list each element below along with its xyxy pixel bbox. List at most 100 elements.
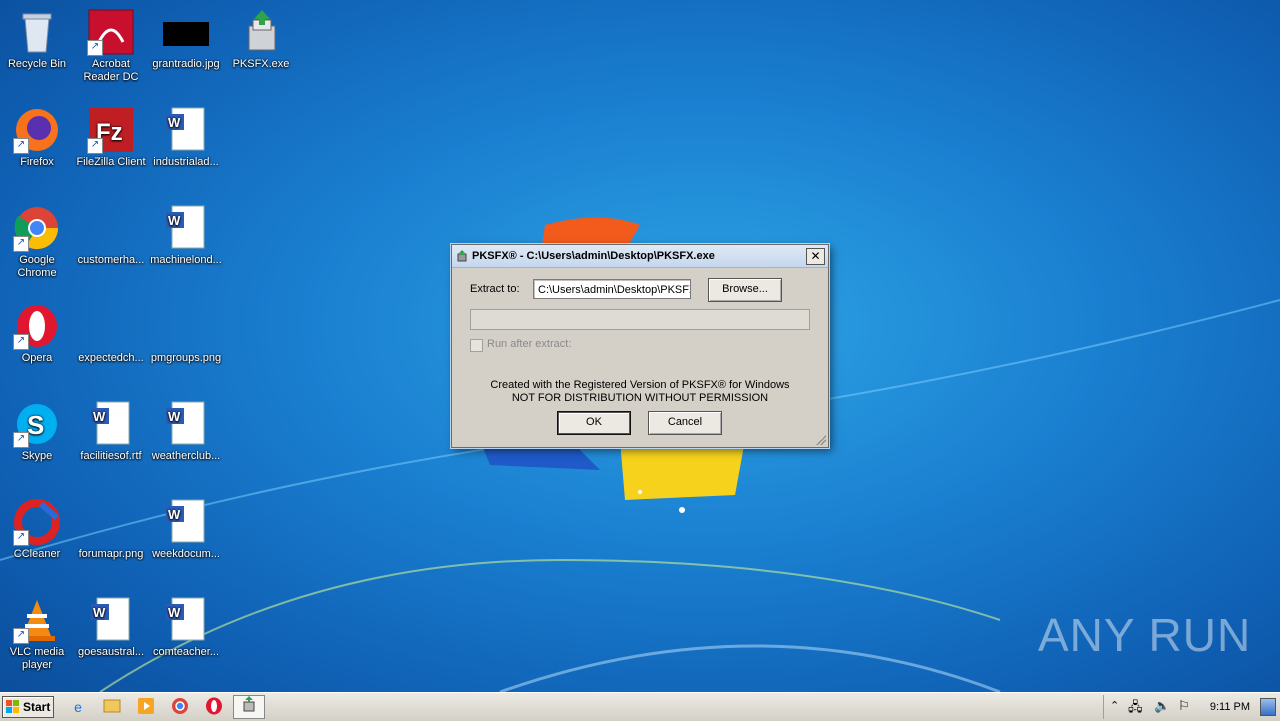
- desktop-icon-label: grantradio.jpg: [152, 58, 220, 70]
- extract-progress-bar: [470, 309, 810, 330]
- ie-icon[interactable]: e: [68, 697, 88, 717]
- show-hidden-icons-icon[interactable]: ⌃: [1110, 699, 1119, 712]
- desktop-icon-label: customerha...: [77, 254, 145, 266]
- desktop-icon-filezilla[interactable]: Fz ↗ FileZilla Client: [74, 102, 148, 192]
- desktop-icon-label: expectedch...: [78, 352, 144, 364]
- extract-path-field[interactable]: C:\Users\admin\Desktop\PKSFX: [533, 279, 691, 299]
- image-file-icon: [162, 8, 210, 56]
- clock[interactable]: 9:11 PM: [1210, 701, 1250, 713]
- desktop-icon-label: PKSFX.exe: [232, 58, 290, 70]
- desktop-icon-label: FileZilla Client: [76, 156, 146, 168]
- recycle-bin-icon: [13, 8, 61, 56]
- run-after-label: Run after extract:: [487, 338, 572, 350]
- desktop-icon-pmgroups[interactable]: pmgroups.png: [149, 298, 223, 388]
- word-doc-icon: W: [87, 596, 135, 644]
- shortcut-arrow-icon: ↗: [87, 138, 103, 154]
- desktop-icon-weekdocum[interactable]: W weekdocum...: [149, 494, 223, 584]
- volume-icon[interactable]: 🔈: [1154, 698, 1170, 714]
- blank-file-icon: [162, 302, 210, 350]
- notice-text: Created with the Registered Version of P…: [452, 379, 828, 405]
- desktop-icon-label: forumapr.png: [78, 548, 144, 560]
- desktop-icon-label: pmgroups.png: [150, 352, 222, 364]
- desktop-icon-skype[interactable]: S ↗ Skype: [0, 396, 74, 486]
- browse-button[interactable]: Browse...: [708, 278, 782, 302]
- app-icon: [456, 250, 468, 262]
- folder-icon[interactable]: [102, 697, 122, 717]
- ok-button[interactable]: OK: [557, 411, 631, 435]
- desktop-icon-label: Firefox: [20, 156, 54, 168]
- windows-logo-icon: [6, 700, 20, 714]
- cancel-button[interactable]: Cancel: [648, 411, 722, 435]
- blank-file-icon: [87, 204, 135, 252]
- installer-icon: [237, 8, 285, 56]
- acrobat-icon: ↗: [87, 8, 135, 56]
- desktop-icon-customerha[interactable]: customerha...: [74, 200, 148, 290]
- desktop-icon-goesaustral[interactable]: W goesaustral...: [74, 592, 148, 682]
- chrome-icon: ↗: [13, 204, 61, 252]
- blank-file-icon: [87, 498, 135, 546]
- system-tray: ⌃ 🖧 🔈 ⚐ 9:11 PM: [1103, 695, 1280, 719]
- chrome-taskbar-icon[interactable]: [170, 697, 190, 717]
- extract-to-label: Extract to:: [470, 283, 520, 295]
- desktop-icon-comteacher[interactable]: W comteacher...: [149, 592, 223, 682]
- word-doc-icon: W: [162, 498, 210, 546]
- notice-line-1: Created with the Registered Version of P…: [490, 379, 790, 391]
- desktop-icon-recycle-bin[interactable]: Recycle Bin: [0, 4, 74, 94]
- start-button[interactable]: Start: [2, 696, 54, 718]
- desktop-icon-grantradio[interactable]: grantradio.jpg: [149, 4, 223, 94]
- desktop-icon-forumapr[interactable]: forumapr.png: [74, 494, 148, 584]
- media-player-icon[interactable]: [136, 697, 156, 717]
- dialog-title: PKSFX® - C:\Users\admin\Desktop\PKSFX.ex…: [472, 250, 715, 262]
- word-doc-icon: W: [87, 400, 135, 448]
- network-icon[interactable]: 🖧: [1128, 698, 1143, 720]
- desktop-icon-label: weatherclub...: [151, 450, 221, 462]
- desktop-icon-facilitiesof[interactable]: W facilitiesof.rtf: [74, 396, 148, 486]
- desktop-icon-ccleaner[interactable]: ↗ CCleaner: [0, 494, 74, 584]
- pksfx-taskbar-button[interactable]: [233, 695, 265, 719]
- desktop-icon-pksfx[interactable]: PKSFX.exe: [224, 4, 298, 94]
- desktop-icon-label: VLC media player: [9, 646, 65, 671]
- desktop-icon-machinelond[interactable]: W machinelond...: [149, 200, 223, 290]
- svg-text:W: W: [93, 605, 106, 620]
- desktop-icon-chrome[interactable]: ↗ Google Chrome: [0, 200, 74, 290]
- shortcut-arrow-icon: ↗: [13, 432, 29, 448]
- svg-text:W: W: [168, 213, 181, 228]
- desktop-icon-weatherclub[interactable]: W weatherclub...: [149, 396, 223, 486]
- svg-text:W: W: [168, 409, 181, 424]
- word-doc-icon: W: [162, 204, 210, 252]
- vlc-icon: ↗: [13, 596, 61, 644]
- word-doc-icon: W: [162, 596, 210, 644]
- desktop-icon-opera[interactable]: ↗ Opera: [0, 298, 74, 388]
- desktop-icon-firefox[interactable]: ↗ Firefox: [0, 102, 74, 192]
- anyrun-watermark: ANY RUN: [1038, 609, 1252, 661]
- desktop-icon-label: Recycle Bin: [7, 58, 67, 70]
- resize-grip-icon[interactable]: [816, 435, 826, 445]
- firefox-icon: ↗: [13, 106, 61, 154]
- svg-text:W: W: [168, 507, 181, 522]
- desktop-icon-industrialad[interactable]: W industrialad...: [149, 102, 223, 192]
- close-button[interactable]: ✕: [806, 248, 825, 265]
- desktop-icon-vlc[interactable]: ↗ VLC media player: [0, 592, 74, 682]
- svg-text:W: W: [168, 605, 181, 620]
- start-label: Start: [23, 700, 51, 714]
- action-center-flag-icon[interactable]: ⚐: [1178, 698, 1190, 714]
- shortcut-arrow-icon: ↗: [13, 138, 29, 154]
- shortcut-arrow-icon: ↗: [13, 530, 29, 546]
- ccleaner-icon: ↗: [13, 498, 61, 546]
- taskbar: Start e ⌃ 🖧 🔈 ⚐ 9:11 PM: [0, 692, 1280, 721]
- desktop-icon-expectedch[interactable]: expectedch...: [74, 298, 148, 388]
- desktop-icon-label: Opera: [21, 352, 53, 364]
- desktop-icon-label: comteacher...: [152, 646, 220, 658]
- word-doc-icon: W: [162, 400, 210, 448]
- desktop-icon-acrobat[interactable]: ↗ Acrobat Reader DC: [74, 4, 148, 94]
- notice-line-2: NOT FOR DISTRIBUTION WITHOUT PERMISSION: [511, 392, 769, 404]
- desktop-icon-label: industrialad...: [153, 156, 219, 168]
- run-after-checkbox[interactable]: [470, 339, 483, 352]
- dialog-titlebar[interactable]: PKSFX® - C:\Users\admin\Desktop\PKSFX.ex…: [452, 245, 828, 268]
- pksfx-dialog: PKSFX® - C:\Users\admin\Desktop\PKSFX.ex…: [451, 244, 829, 448]
- desktop-icon-label: Google Chrome: [17, 254, 57, 279]
- show-desktop-button[interactable]: [1260, 698, 1276, 716]
- opera-taskbar-icon[interactable]: [204, 697, 224, 717]
- word-doc-icon: W: [162, 106, 210, 154]
- desktop-icon-label: facilitiesof.rtf: [80, 450, 142, 462]
